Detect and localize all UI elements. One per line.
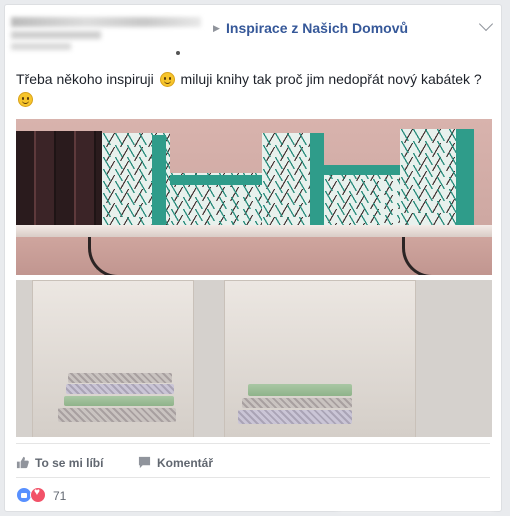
smile-emoji-icon <box>159 72 175 87</box>
book <box>68 373 172 383</box>
group-name-link[interactable]: Inspirace z Našich Domovů <box>226 20 408 36</box>
post-text: Třeba někoho inspiruji miluji knihy tak … <box>16 69 498 109</box>
reaction-count[interactable]: 71 <box>53 489 66 503</box>
book <box>248 384 352 396</box>
share-arrow-icon: ▶ <box>213 23 220 33</box>
post-card: ▶ Inspirace z Našich Domovů Třeba někoho… <box>4 4 502 512</box>
book <box>66 384 174 394</box>
comment-icon <box>138 456 151 469</box>
teal-book <box>152 135 166 225</box>
photo-bookshelf-shelf[interactable] <box>16 119 492 275</box>
teal-book-mid <box>310 133 324 225</box>
redacted-area <box>341 489 491 505</box>
author-avatar-blurred <box>11 31 101 39</box>
like-label: To se mi líbí <box>35 456 104 470</box>
book <box>58 408 176 422</box>
book <box>242 398 352 408</box>
smile-emoji-icon <box>18 92 33 107</box>
covered-books-mid <box>262 133 310 225</box>
like-button[interactable]: To se mi líbí <box>16 451 103 475</box>
book <box>238 410 352 424</box>
dark-books <box>16 131 102 225</box>
love-reaction-icon <box>30 487 46 503</box>
divider <box>16 443 490 444</box>
shelf-board <box>16 225 492 237</box>
post-text-part1: Třeba někoho inspiruji <box>16 71 154 87</box>
post-text-part2: miluji knihy tak proč jim nedopřát nový … <box>180 71 482 87</box>
book <box>64 396 174 406</box>
thumbs-up-icon <box>16 456 29 469</box>
comment-label: Komentář <box>157 456 214 470</box>
comment-button[interactable]: Komentář <box>138 451 213 475</box>
author-name-blurred[interactable] <box>11 17 201 27</box>
photo-bookshelf-cubbies[interactable] <box>16 280 492 437</box>
teal-book-right <box>456 129 474 225</box>
post-options-chevron-icon[interactable] <box>478 16 494 32</box>
timestamp-blurred <box>11 43 71 50</box>
post-header: ▶ Inspirace z Našich Domovů <box>5 5 501 63</box>
divider <box>16 477 490 478</box>
privacy-dot-icon <box>176 51 180 55</box>
teal-book-flat <box>170 175 262 185</box>
